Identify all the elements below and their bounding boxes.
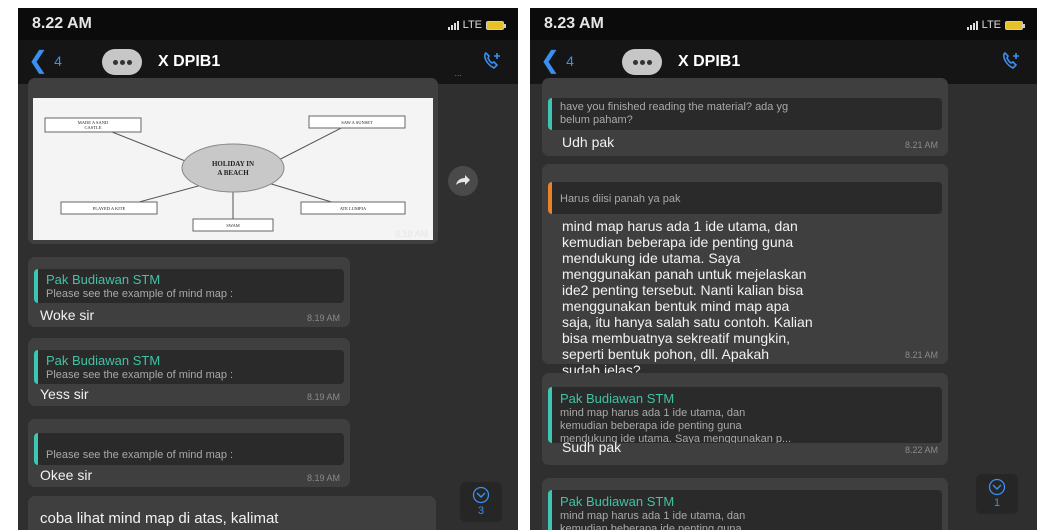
message-bubble[interactable]: Harus diisi panah ya pak mind map harus … [542,164,948,378]
reply-quote[interactable]: have you finished reading the material? … [548,98,942,130]
left-chat-screen: 8.22 AM LTE ❮ 4 X DPIB1 ... HOLIDAY IN A… [18,8,518,530]
reply-quote[interactable]: Pak Budiawan STM mind map harus ada 1 id… [548,490,942,530]
quote-text: Please see the example of mind map : [46,288,234,300]
quote-sender: Pak Budiawan STM [46,353,161,368]
group-avatar-icon[interactable] [622,49,662,75]
reply-quote[interactable]: Pak Budiawan STM Please see the example … [34,269,344,303]
chat-area[interactable]: HOLIDAY IN A BEACH MADE A SAND CASTLE SAW … [18,78,518,530]
message-text: Sudh pak [562,439,622,455]
network-label: LTE [462,19,482,31]
add-call-icon[interactable] [999,50,1023,74]
group-title[interactable]: X DPIB1 [678,53,740,71]
message-time: 8.22 AM [904,445,938,455]
quote-text: Please see the example of mind map : [46,449,234,461]
message-time: 8.19 AM [306,392,340,402]
message-text: Okee sir [40,467,93,483]
header-dots: ... [454,68,462,78]
mind-map-node: SAW A SUNSET [341,120,373,125]
quote-text: Harus diisi panah ya pak [560,193,681,205]
group-avatar-icon[interactable] [102,49,142,75]
mind-map-node: ATE LUMPIA [340,206,367,211]
message-time: 8.21 AM [904,350,938,360]
mind-map-image[interactable]: HOLIDAY IN A BEACH MADE A SAND CASTLE SAW … [33,98,433,240]
unread-count: 4 [54,53,62,69]
scroll-down-button[interactable]: 1 [976,474,1018,514]
network-label: LTE [981,19,1001,31]
reply-quote[interactable]: Pak Budiawan STM mind map harus ada 1 id… [548,387,942,443]
message-bubble[interactable]: coba lihat mind map di atas, kalimat dal… [28,496,436,530]
chevron-down-icon [472,486,490,504]
message-time: 8.19 AM [306,473,340,483]
battery-icon [1005,20,1025,30]
forward-button[interactable] [448,166,478,196]
forward-icon [456,175,470,185]
message-bubble[interactable]: Pak Budiawan STM mind map harus ada 1 id… [542,478,948,530]
message-text: Yess sir [40,386,89,402]
signal-icon [966,20,978,30]
quote-text: mind map harus ada 1 ide utama, dan kemu… [560,510,746,530]
message-time: 8.18 AM [394,229,428,239]
reply-quote[interactable]: Pak Budiawan STM Please see the example … [34,350,344,384]
quote-text: Please see the example of mind map : [46,369,234,381]
message-text: coba lihat mind map di atas, kalimat dal… [40,510,301,530]
unread-count: 4 [566,53,574,69]
signal-icon [447,20,459,30]
status-indicators: LTE [966,19,1025,31]
reply-quote[interactable]: Please see the example of mind map : [34,433,344,465]
status-time: 8.22 AM [32,15,92,32]
message-bubble[interactable]: Please see the example of mind map : Oke… [28,419,350,487]
message-bubble[interactable]: Pak Budiawan STM Please see the example … [28,257,350,327]
message-time: 8.21 AM [904,140,938,150]
quote-text: mind map harus ada 1 ide utama, dan kemu… [560,407,792,443]
scroll-down-button[interactable]: 3 [460,482,502,522]
chevron-down-icon [988,478,1006,496]
quote-sender: Pak Budiawan STM [560,494,675,509]
quote-text: have you finished reading the material? … [560,101,789,126]
mind-map-node: PLAYED A KITE [93,206,126,211]
image-message-bubble[interactable]: HOLIDAY IN A BEACH MADE A SAND CASTLE SAW … [28,78,438,244]
message-text: mind map harus ada 1 ide utama, dan kemu… [562,218,813,378]
mind-map-node: SWAM [226,223,240,228]
chevron-left-icon: ❮ [540,47,561,74]
chat-area[interactable]: have you finished reading the material? … [530,78,1037,530]
group-title[interactable]: X DPIB1 [158,53,220,71]
message-text: Woke sir [40,307,95,323]
message-time: 8.19 AM [306,313,340,323]
message-bubble[interactable]: have you finished reading the material? … [542,78,948,156]
status-time: 8.23 AM [544,15,604,32]
reply-quote[interactable]: Harus diisi panah ya pak [548,182,942,214]
unread-badge: 1 [993,497,1001,509]
chevron-left-icon: ❮ [28,47,49,74]
mind-map-center: HOLIDAY IN A BEACH [212,160,254,177]
status-indicators: LTE [447,19,506,31]
right-chat-screen: 8.23 AM LTE ❮ 4 X DPIB1 have you finishe… [530,8,1037,530]
status-bar: 8.23 AM LTE [530,8,1037,40]
battery-icon [486,20,506,30]
message-text: Udh pak [562,134,615,150]
unread-badge: 3 [477,505,485,517]
back-button[interactable]: ❮ 4 [540,49,574,73]
message-bubble[interactable]: Pak Budiawan STM Please see the example … [28,338,350,406]
message-bubble[interactable]: Pak Budiawan STM mind map harus ada 1 id… [542,373,948,465]
back-button[interactable]: ❮ 4 [28,49,62,73]
status-bar: 8.22 AM LTE [18,8,518,40]
quote-sender: Pak Budiawan STM [46,272,161,287]
add-call-icon[interactable] [480,50,504,74]
quote-sender: Pak Budiawan STM [560,391,675,406]
